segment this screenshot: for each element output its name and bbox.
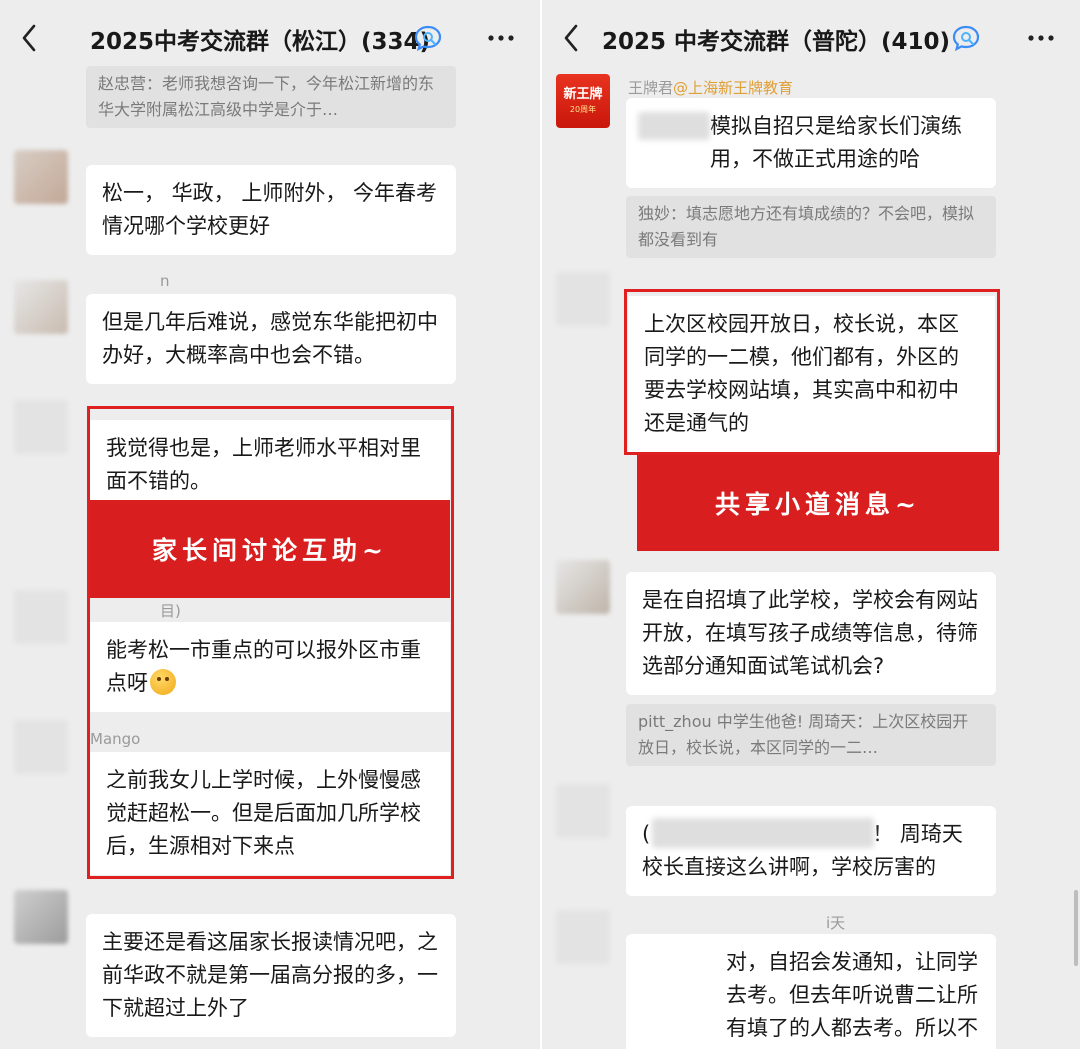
- left-chat-title: 2025中考交流群（松江）(334): [90, 29, 431, 55]
- brand-logo-avatar[interactable]: 新王牌 20周年: [556, 74, 610, 128]
- quoted-message[interactable]: pitt_zhou 中学生他爸! 周琦天：上次区校园开放日，校长说，本区同学的一…: [626, 704, 996, 766]
- avatar[interactable]: [556, 784, 610, 838]
- sender-org: @上海新王牌教育: [673, 79, 794, 97]
- chevron-left-icon[interactable]: [560, 22, 584, 54]
- sender-name: n: [160, 272, 170, 290]
- scrollbar[interactable]: [1074, 890, 1078, 966]
- chat-search-icon[interactable]: [952, 24, 982, 52]
- avatar[interactable]: [14, 150, 68, 204]
- sender-name: 王牌君@上海新王牌教育: [628, 77, 793, 98]
- avatar[interactable]: [14, 400, 68, 454]
- promo-banner: 共享小道消息~: [637, 455, 999, 551]
- message-bubble[interactable]: 松一， 华政， 上师附外， 今年春考情况哪个学校更好: [86, 165, 456, 255]
- redacted-mention-blur: [652, 818, 874, 848]
- redacted-mention: [638, 112, 710, 140]
- more-dots-icon[interactable]: [486, 24, 516, 52]
- highlight-box: [87, 406, 454, 879]
- message-line: 校长直接这么讲啊，学校厉害的: [642, 855, 936, 879]
- avatar[interactable]: [556, 560, 610, 614]
- message-bubble[interactable]: 主要还是看这届家长报读情况吧，之前华政不就是第一届高分报的多，一下就超过上外了: [86, 914, 456, 1037]
- avatar[interactable]: [556, 272, 610, 326]
- quoted-message[interactable]: 赵忠营：老师我想咨询一下，今年松江新增的东华大学附属松江高级中学是介于…: [86, 66, 456, 128]
- avatar[interactable]: [14, 280, 68, 334]
- highlight-box: [624, 289, 1000, 455]
- logo-text: 新王牌: [563, 87, 603, 102]
- message-text: ！ 周琦天: [872, 822, 963, 846]
- message-bubble[interactable]: 但是几年后难说，感觉东华能把初中办好，大概率高中也会不错。: [86, 294, 456, 384]
- logo-subtext: 20周年: [569, 105, 597, 114]
- chat-search-icon[interactable]: [414, 24, 444, 52]
- message-bubble[interactable]: 是在自招填了此学校，学校会有网站开放，在填写孩子成绩等信息，待筛选部分通知面试笔…: [626, 572, 996, 695]
- right-title-bar: 2025 中考交流群（普陀）(410): [542, 0, 1080, 76]
- avatar[interactable]: [556, 910, 610, 964]
- left-title-bar: 2025中考交流群（松江）(334): [0, 0, 540, 76]
- message-text: (: [642, 822, 651, 846]
- right-chat-title: 2025 中考交流群（普陀）(410): [602, 29, 951, 55]
- quoted-message[interactable]: 独妙：填志愿地方还有填成绩的？不会吧，模拟都没看到有: [626, 196, 996, 258]
- sender-name: i天: [826, 914, 846, 932]
- avatar[interactable]: [14, 590, 68, 644]
- sender-nickname: 王牌君: [628, 79, 674, 97]
- right-chat-screen: 2025 中考交流群（普陀）(410) 新王牌 20周年 王牌君@上海新王牌教育…: [542, 0, 1080, 1049]
- avatar[interactable]: [14, 890, 68, 944]
- avatar[interactable]: [14, 720, 68, 774]
- left-chat-screen: 2025中考交流群（松江）(334) 赵忠营：老师我想咨询一下，今年松江新增的东…: [0, 0, 540, 1049]
- message-bubble[interactable]: 对，自招会发通知，让同学去考。但去年听说曹二让所有填了的人都去考。所以不绝对，看…: [626, 934, 996, 1049]
- more-dots-icon[interactable]: [1026, 24, 1056, 52]
- chevron-left-icon[interactable]: [18, 22, 42, 54]
